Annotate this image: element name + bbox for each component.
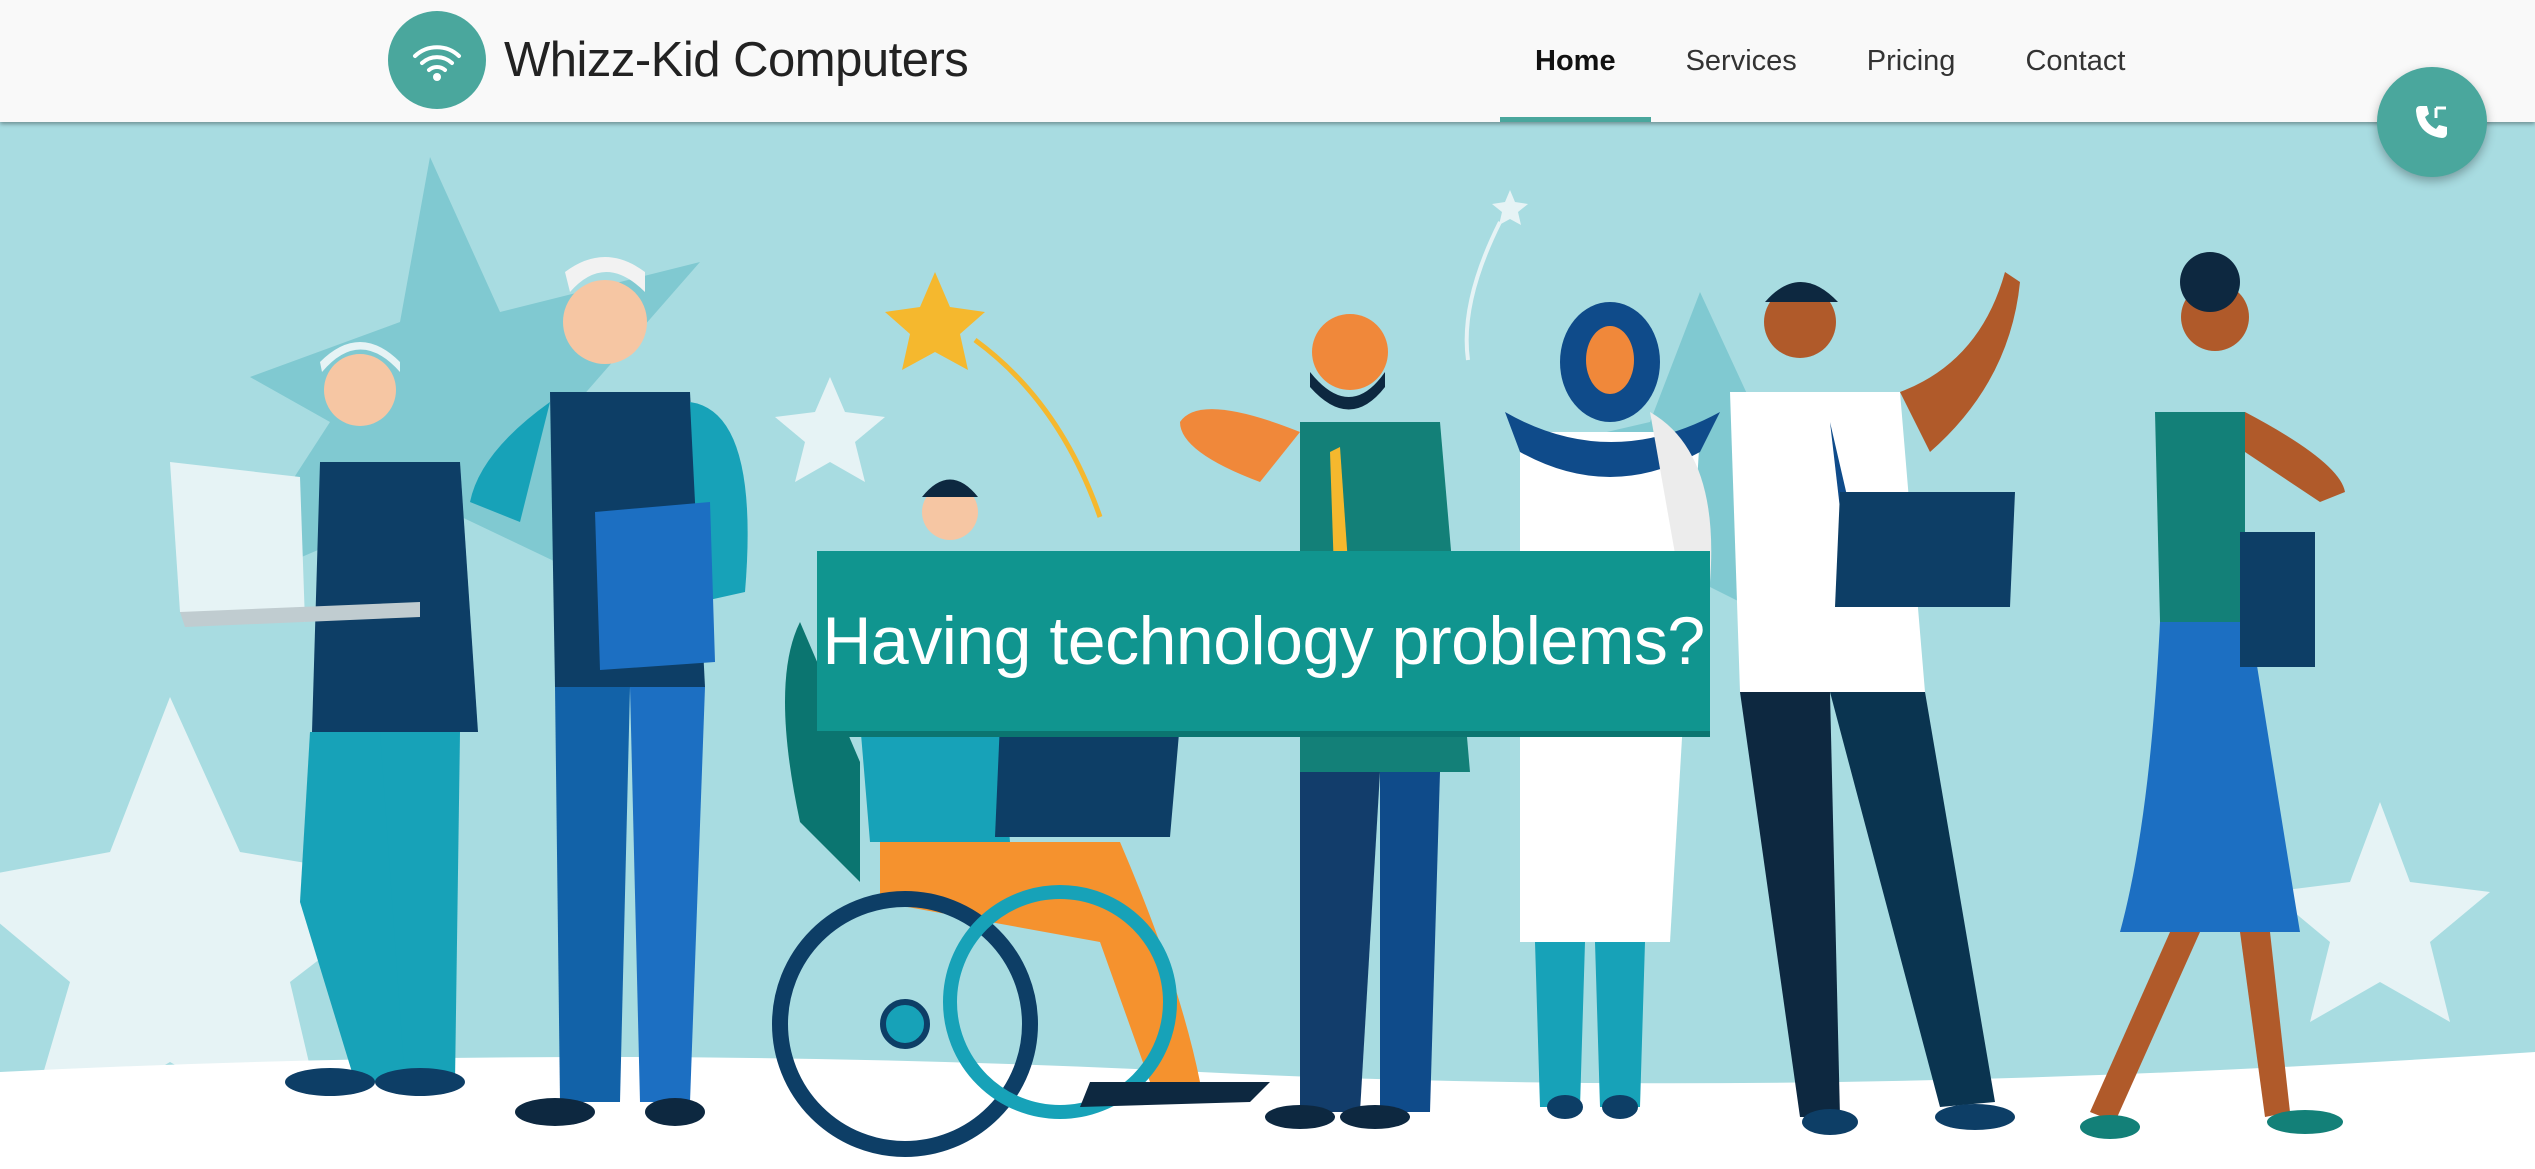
nav-home[interactable]: Home (1500, 0, 1651, 122)
nav-services[interactable]: Services (1651, 0, 1832, 122)
call-button[interactable] (2377, 67, 2487, 177)
nav-pricing[interactable]: Pricing (1832, 0, 1991, 122)
wifi-icon (388, 11, 486, 109)
headline-banner: Having technology problems? (817, 551, 1710, 731)
navbar: Whizz-Kid Computers Home Services Pricin… (0, 0, 2535, 122)
nav-contact[interactable]: Contact (1990, 0, 2160, 122)
hero-headline: Having technology problems? (822, 603, 1705, 679)
brand-name: Whizz-Kid Computers (504, 33, 969, 87)
hero-section: Having technology problems? (0, 122, 2535, 1169)
brand-logo-link[interactable]: Whizz-Kid Computers (388, 11, 969, 109)
main-nav: Home Services Pricing Contact (1500, 0, 2160, 122)
phone-icon (2416, 106, 2447, 138)
